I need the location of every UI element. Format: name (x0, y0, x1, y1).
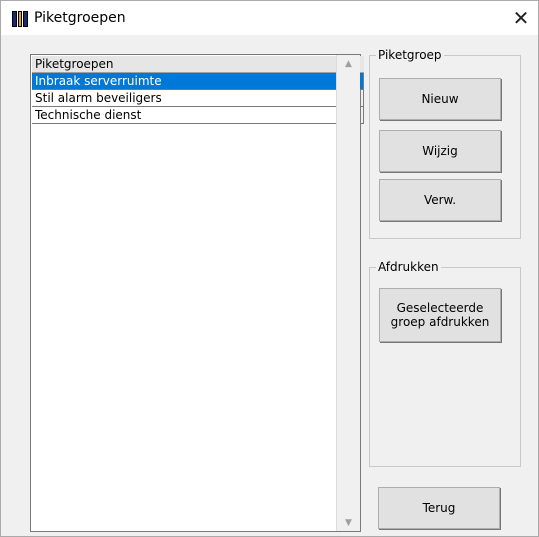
app-window-icon (12, 11, 29, 27)
list-item[interactable]: Inbraak serverruimte (32, 73, 364, 90)
scroll-down-arrow-icon[interactable]: ▼ (337, 514, 360, 531)
back-button[interactable]: Terug (378, 487, 500, 529)
new-button[interactable]: Nieuw (379, 78, 501, 120)
list-rows: Inbraak serverruimte Stil alarm beveilig… (32, 73, 364, 124)
vertical-scrollbar[interactable]: ▲ ▼ (336, 55, 360, 531)
dialog-window: Piketgroepen ✕ Piketgroepen Inbraak serv… (0, 0, 539, 537)
title-bar[interactable]: Piketgroepen ✕ (1, 1, 538, 35)
piketgroepen-list[interactable]: Piketgroepen Inbraak serverruimte Stil a… (30, 54, 364, 532)
piketgroep-groupbox: Piketgroep Nieuw Wijzig Verw. (369, 48, 521, 239)
piketgroep-legend: Piketgroep (376, 48, 444, 62)
list-column-header[interactable]: Piketgroepen (32, 56, 364, 73)
scroll-up-arrow-icon[interactable]: ▲ (337, 55, 360, 72)
list-item[interactable]: Stil alarm beveiligers (32, 90, 364, 107)
delete-button[interactable]: Verw. (379, 179, 501, 221)
close-button[interactable]: ✕ (504, 1, 538, 35)
edit-button[interactable]: Wijzig (379, 130, 501, 172)
list-item[interactable]: Technische dienst (32, 107, 364, 124)
afdrukken-groupbox: Afdrukken Geselecteerde groep afdrukken (369, 260, 521, 467)
window-title: Piketgroepen (34, 10, 126, 26)
print-selected-group-button[interactable]: Geselecteerde groep afdrukken (379, 288, 501, 342)
dialog-client-area: Piketgroepen Inbraak serverruimte Stil a… (1, 35, 538, 536)
afdrukken-legend: Afdrukken (376, 260, 441, 274)
